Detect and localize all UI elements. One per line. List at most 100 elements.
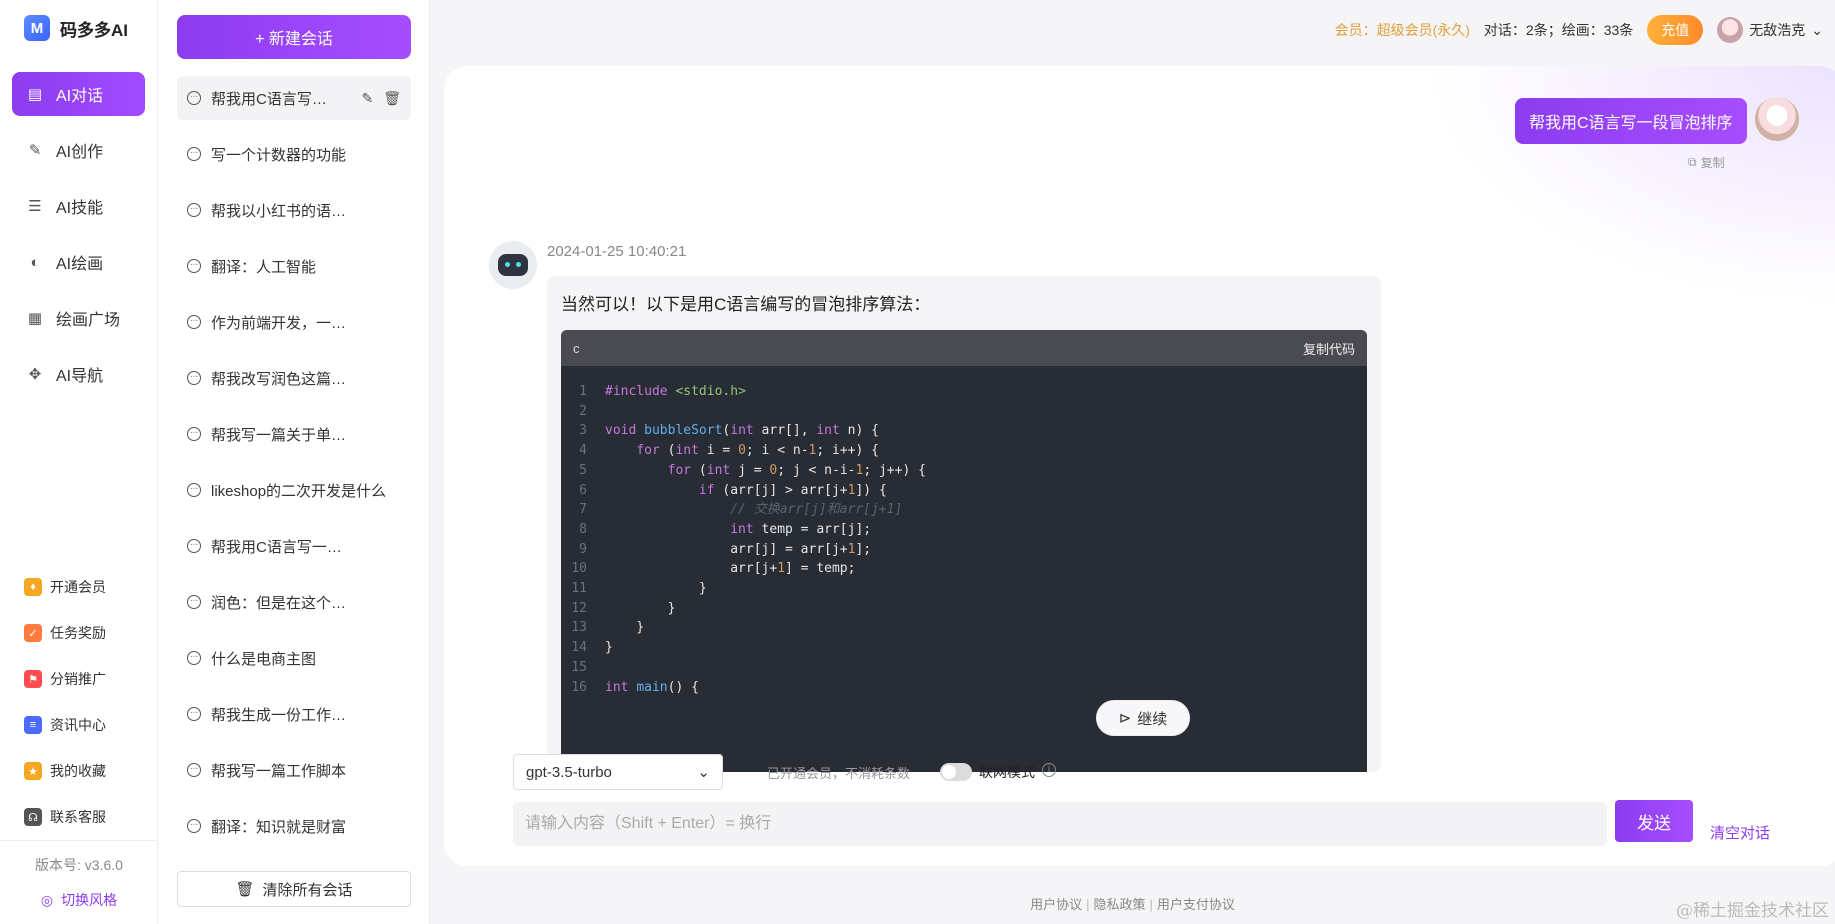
line-number: 5 bbox=[579, 462, 587, 478]
line-number: 14 bbox=[571, 640, 587, 656]
user-message-bubble: 帮我用C语言写一段冒泡排序 bbox=[1515, 98, 1747, 144]
copy-code-button[interactable]: 复制代码 bbox=[1303, 339, 1355, 358]
conversation-title: 作为前端开发，一早就开始写代码 bbox=[211, 314, 356, 332]
code-line: 15 bbox=[561, 658, 1367, 678]
code-text: // 交换arr[j]和arr[j+1] bbox=[605, 502, 903, 518]
trash-icon[interactable]: 🗑 bbox=[383, 90, 401, 107]
edit-icon[interactable]: ✎ bbox=[361, 90, 373, 107]
grid-icon: ✥ bbox=[28, 366, 42, 383]
nav-item-ai-draw[interactable]: ◐ AI绘画 bbox=[12, 240, 145, 284]
nav-sub-vip[interactable]: ♦ 开通会员 bbox=[0, 564, 158, 610]
nav-sub-label: 联系客服 bbox=[50, 809, 106, 825]
chat-panel: 帮我用C语言写一段冒泡排序 ⧉ 复制 2024-01-25 10:40:21 当… bbox=[444, 66, 1835, 866]
conversation-item[interactable]: ··· 帮我用C语言写一段冒泡排序 bbox=[177, 524, 411, 568]
chat-bubble-icon: ··· bbox=[187, 763, 201, 777]
continue-button[interactable]: ⊳ 继续 bbox=[1096, 700, 1190, 736]
nav-sub-favorites[interactable]: ★ 我的收藏 bbox=[0, 748, 158, 794]
nav-label: AI创作 bbox=[56, 144, 104, 161]
nav-sub-support[interactable]: ☊ 联系客服 bbox=[0, 794, 158, 840]
code-line: 11 } bbox=[561, 579, 1367, 599]
vip-icon: ♦ bbox=[24, 578, 42, 596]
code-text: } bbox=[605, 581, 707, 597]
model-select[interactable]: gpt-3.5-turbo ⌄ bbox=[513, 754, 723, 790]
user-menu[interactable]: 无敌浩克 ⌄ bbox=[1717, 17, 1823, 43]
line-number: 6 bbox=[579, 482, 587, 498]
membership-status: 会员：超级会员(永久) bbox=[1334, 22, 1470, 38]
footer-link-payment-agreement[interactable]: 用户支付协议 bbox=[1157, 897, 1235, 912]
chevron-down-icon: ⌄ bbox=[1811, 21, 1823, 38]
user-avatar bbox=[1754, 96, 1800, 142]
info-icon[interactable]: i bbox=[1042, 763, 1056, 777]
code-line: 16 int main() { bbox=[561, 678, 1367, 698]
line-number: 9 bbox=[579, 541, 587, 557]
nav-item-gallery[interactable]: ▦ 绘画广场 bbox=[12, 296, 145, 340]
conversation-item[interactable]: ··· 帮我写一篇关于单商户商城的介绍 bbox=[177, 412, 411, 456]
conversation-item[interactable]: ··· 润色：但是在这个互联网时代 bbox=[177, 580, 411, 624]
conversation-title: 帮我用C语言写一段冒泡排序 bbox=[211, 90, 331, 108]
recharge-button[interactable]: 充值 bbox=[1647, 15, 1704, 45]
nav-item-ai-nav[interactable]: ✥ AI导航 bbox=[12, 352, 145, 396]
conversation-item[interactable]: ··· 什么是电商主图 bbox=[177, 636, 411, 680]
conversation-title: 什么是电商主图 bbox=[211, 650, 317, 668]
conversation-item[interactable]: ··· 帮我改写润色这篇文案"... bbox=[177, 356, 411, 400]
footer: 用户协议 | 隐私政策 | 用户支付协议 bbox=[1030, 897, 1235, 912]
copy-message-button[interactable]: ⧉ 复制 bbox=[1688, 154, 1725, 171]
continue-label: 继续 bbox=[1137, 710, 1168, 728]
nav-sub-promote[interactable]: ⚑ 分销推广 bbox=[0, 656, 158, 702]
code-text: if (arr[j] > arr[j+1]) { bbox=[698, 482, 887, 498]
chat-bubble-icon: ··· bbox=[187, 483, 201, 497]
logo[interactable]: M 码多多AI bbox=[0, 0, 157, 56]
nav-item-ai-skills[interactable]: ☰ AI技能 bbox=[12, 184, 145, 228]
line-number: 12 bbox=[571, 600, 587, 616]
copy-label: 复制 bbox=[1700, 156, 1725, 170]
conversation-panel: + 新建会话 ··· 帮我用C语言写一段冒泡排序 ✎ 🗑 ··· 写一个计数器的功… bbox=[158, 0, 430, 924]
conversation-title: 翻译：知识就是财富 bbox=[211, 818, 347, 836]
code-line: 5 for (int j = 0; j < n-i-1; j++) { bbox=[561, 461, 1367, 481]
clear-all-conversations-button[interactable]: 🗑 清除所有会话 bbox=[177, 871, 411, 907]
footer-link-privacy[interactable]: 隐私政策 bbox=[1093, 897, 1145, 912]
conversation-item[interactable]: ··· 帮我以小红书的语气写一篇文案 bbox=[177, 188, 411, 232]
nav-sub-label: 分销推广 bbox=[50, 671, 106, 687]
footer-link-user-agreement[interactable]: 用户协议 bbox=[1030, 897, 1082, 912]
conversation-item[interactable]: ··· 写一个计数器的功能 bbox=[177, 132, 411, 176]
headset-icon: ☊ bbox=[24, 808, 42, 826]
clear-chat-link[interactable]: 清空对话 bbox=[1710, 822, 1770, 843]
username: 无敌浩克 bbox=[1749, 22, 1806, 38]
web-mode-toggle[interactable] bbox=[940, 763, 972, 781]
nav-sub-news[interactable]: ≡ 资讯中心 bbox=[0, 702, 158, 748]
nav-item-ai-chat[interactable]: ▤ AI对话 bbox=[12, 72, 145, 116]
code-text: void bubbleSort(int arr[], int n) { bbox=[605, 423, 879, 439]
code-text: for (int i = 0; i < n-1; i++) { bbox=[636, 443, 879, 459]
new-conversation-button[interactable]: + 新建会话 bbox=[177, 15, 411, 59]
send-button[interactable]: 发送 bbox=[1615, 800, 1693, 842]
conversation-item[interactable]: ··· 帮我写一篇工作脚本 bbox=[177, 748, 411, 792]
nav-label: 绘画广场 bbox=[56, 312, 121, 329]
conversation-item[interactable]: ··· 作为前端开发，一早就开始写代码 bbox=[177, 300, 411, 344]
conversation-item[interactable]: ··· likeshop的二次开发是什么 bbox=[177, 468, 411, 512]
chat-bubble-icon: ··· bbox=[187, 595, 201, 609]
theme-switch-button[interactable]: ◎ 切换风格 bbox=[0, 890, 158, 910]
conversation-item[interactable]: ··· 帮我用C语言写一段冒泡排序 ✎ 🗑 bbox=[177, 76, 411, 120]
conversation-item[interactable]: ··· 翻译：知识就是财富 bbox=[177, 804, 411, 848]
code-line: 13 } bbox=[561, 618, 1367, 638]
code-text: arr[j] = arr[j+1]; bbox=[605, 541, 872, 557]
code-block-header: c 复制代码 bbox=[561, 330, 1367, 366]
chat-input[interactable] bbox=[513, 802, 1607, 846]
conversation-actions: ✎ 🗑 bbox=[361, 90, 401, 107]
web-mode-label: 联网模式 bbox=[979, 764, 1035, 780]
star-icon: ★ bbox=[24, 762, 42, 780]
line-number: 16 bbox=[571, 679, 587, 695]
conversation-title: 帮我写一篇关于单商户商城的介绍 bbox=[211, 426, 356, 444]
nav-sub-tasks[interactable]: ✓ 任务奖励 bbox=[0, 610, 158, 656]
code-line: 7 // 交换arr[j]和arr[j+1] bbox=[561, 500, 1367, 520]
conversation-item[interactable]: ··· 帮我生成一份工作日报 bbox=[177, 692, 411, 736]
chat-bubble-icon: ··· bbox=[187, 427, 201, 441]
theme-switch-label: 切换风格 bbox=[61, 892, 118, 908]
nav-item-ai-create[interactable]: ✎ AI创作 bbox=[12, 128, 145, 172]
conversation-title: 润色：但是在这个互联网时代 bbox=[211, 594, 356, 612]
conversation-title: 帮我写一篇工作脚本 bbox=[211, 762, 347, 780]
chat-bubble-icon: ··· bbox=[187, 707, 201, 721]
line-number: 10 bbox=[571, 561, 587, 577]
conversation-item[interactable]: ··· 翻译：人工智能 bbox=[177, 244, 411, 288]
conversation-title: 帮我用C语言写一段冒泡排序 bbox=[211, 538, 356, 556]
